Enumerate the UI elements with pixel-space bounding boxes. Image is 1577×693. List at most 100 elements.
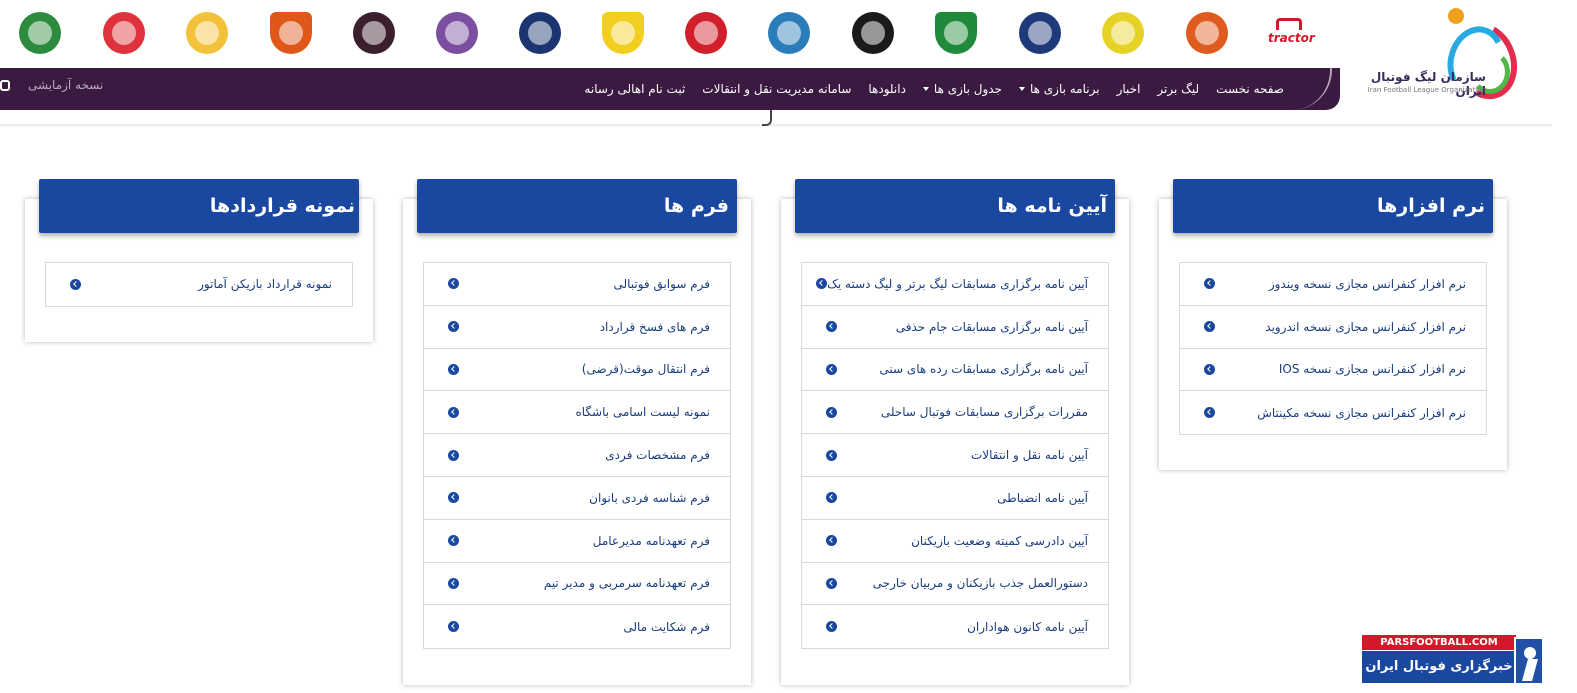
forms-card-header: فرم ها (417, 179, 737, 233)
software-card: نرم افزارها نرم افزار کنفرانس مجازی نسخه… (1159, 179, 1507, 470)
nav-item-4[interactable]: جدول بازی ها (922, 82, 1002, 96)
list-item-label: نمونه قرارداد بازیکن آماتور (198, 277, 332, 292)
nassaji-logo[interactable] (353, 12, 395, 54)
nav-item-2[interactable]: اخبار (1117, 82, 1141, 96)
list-item[interactable]: نرم افزار کنفرانس مجازی نسخه ویندوز (1180, 263, 1486, 306)
list-item[interactable]: آیین نامه برگزاری مسابقات رده های سنی (802, 349, 1108, 392)
list-item-label: دستورالعمل جذب بازیکنان و مربیان خارجی (872, 576, 1088, 591)
nav-menu: صفحه نخست لیگ برتر اخبار برنامه بازی ها جدول… (584, 68, 1284, 110)
instagram-icon[interactable] (0, 80, 10, 91)
list-item-label: آیین نامه برگزاری مسابقات جام حذفی (895, 319, 1088, 334)
contracts-list: نمونه قرارداد بازیکن آماتور (45, 262, 353, 307)
list-item[interactable]: آیین نامه نقل و انتقالات (802, 434, 1108, 477)
chevron-circle-icon (826, 621, 837, 633)
list-item[interactable]: مقررات برگزاری مسابقات فوتبال ساحلی (802, 391, 1108, 435)
havadar-logo[interactable] (436, 12, 478, 54)
list-item[interactable]: فرم تعهدنامه مدیرعامل (424, 520, 730, 563)
regulations-card-header: آیین نامه ها (795, 179, 1115, 233)
list-item[interactable]: نمونه لیست اسامی باشگاه (424, 391, 730, 435)
forms-card: فرم ها فرم سوابق فوتبالی فرم های فسخ قرار… (403, 179, 751, 685)
chevron-circle-icon (826, 577, 837, 589)
forms-list: فرم سوابق فوتبالی فرم های فسخ قرارداد فرم … (423, 262, 731, 650)
chevron-circle-icon (816, 278, 828, 290)
main-navbar: صفحه نخست لیگ برتر اخبار برنامه بازی ها جدول… (0, 68, 1340, 110)
nav-item-label: برنامه بازی ها (1029, 82, 1100, 96)
sepahan-logo[interactable] (852, 12, 894, 54)
tractor-logo[interactable]: tractor (1268, 18, 1315, 48)
esteghlal-logo[interactable] (768, 12, 810, 54)
nav-item-label: جدول بازی ها (933, 82, 1002, 96)
chevron-circle-icon (1204, 363, 1215, 375)
malavan-logo[interactable] (1019, 12, 1061, 54)
chevron-circle-icon (448, 535, 459, 547)
list-item-label: آیین نامه نقل و انتقالات (971, 448, 1088, 463)
zob-ahan-logo[interactable] (19, 12, 61, 54)
decorative-mark (762, 110, 772, 126)
foolad-khuzestan-logo[interactable] (1186, 12, 1228, 54)
list-item[interactable]: فرم تعهدنامه سرمربی و مدیر تیم (424, 563, 730, 606)
chevron-circle-icon (826, 535, 837, 547)
list-item[interactable]: نرم افزار کنفرانس مجازی نسخه مکینتاش (1180, 391, 1486, 434)
list-item[interactable]: آیین نامه برگزاری مسابقات لیگ برتر و لیگ… (802, 263, 1108, 306)
nav-item-7[interactable]: ثبت نام اهالی رسانه (584, 82, 685, 96)
nav-item-5[interactable]: دانلودها (868, 82, 906, 96)
org-name-en: Iran Football League Organization (1367, 86, 1486, 94)
tractor-logo-text: tractor (1268, 31, 1315, 45)
list-item-label: نرم افزار کنفرانس مجازی نسخه IOS (1278, 362, 1466, 377)
nav-item-6[interactable]: سامانه مدیریت نقل و انتقالات (702, 82, 851, 96)
parsfootball-watermark: PARSFOOTBALL.COM خبرگزاری فوتبال ایران (1362, 635, 1544, 685)
nav-item-label: ثبت نام اهالی رسانه (584, 82, 686, 96)
sanat-naft-logo[interactable] (602, 12, 644, 54)
naft-masjed-logo[interactable] (186, 12, 228, 54)
persepolis-logo[interactable] (685, 12, 727, 54)
chevron-circle-icon (826, 321, 837, 333)
list-item[interactable]: فرم انتقال موقت(قرضی) (424, 349, 730, 392)
caret-down-icon (1018, 87, 1025, 91)
chevron-circle-icon (70, 278, 81, 290)
list-item-label: فرم شناسه فردی بانوان (589, 490, 710, 505)
list-item-label: مقررات برگزاری مسابقات فوتبال ساحلی (880, 405, 1088, 420)
mes-rafsanjan-logo[interactable] (270, 12, 312, 54)
software-list: نرم افزار کنفرانس مجازی نسخه ویندوز نرم ا… (1179, 262, 1487, 436)
chevron-circle-icon (1204, 407, 1215, 419)
aluminium-arak-logo[interactable] (1102, 12, 1144, 54)
list-item[interactable]: آیین دادرسی کمیته وضعیت بازیکنان (802, 520, 1108, 563)
list-item[interactable]: آیین نامه برگزاری مسابقات جام حذفی (802, 306, 1108, 349)
chevron-circle-icon (448, 492, 459, 504)
foolad-mobarakeh-logo[interactable] (103, 12, 145, 54)
list-item-label: آیین نامه برگزاری مسابقات رده های سنی (879, 362, 1088, 377)
list-item-label: آیین نامه برگزاری مسابقات لیگ برتر و لیگ… (827, 276, 1088, 291)
list-item-label: فرم های فسخ قرارداد (599, 319, 710, 334)
list-item[interactable]: فرم های فسخ قرارداد (424, 306, 730, 349)
nav-item-label: لیگ برتر (1157, 82, 1200, 96)
chevron-circle-icon (448, 406, 459, 418)
list-item[interactable]: فرم مشخصات فردی (424, 434, 730, 477)
list-item-label: آیین نامه کانون هواداران (967, 619, 1088, 634)
chevron-circle-icon (1204, 278, 1215, 290)
chevron-circle-icon (826, 406, 837, 418)
list-item[interactable]: دستورالعمل جذب بازیکنان و مربیان خارجی (802, 563, 1108, 606)
chevron-circle-icon (826, 492, 837, 504)
league-organization-logo[interactable]: سازمان لیگ فوتبال ایران Iran Football Le… (1362, 4, 1537, 109)
watermark-agency: خبرگزاری فوتبال ایران (1362, 651, 1516, 683)
beta-version-label: نسخه آزمایشی (28, 78, 104, 92)
regulations-list: آیین نامه برگزاری مسابقات لیگ برتر و لیگ… (801, 262, 1109, 650)
list-item[interactable]: نمونه قرارداد بازیکن آماتور (46, 263, 352, 306)
nav-item-3[interactable]: برنامه بازی ها (1018, 82, 1100, 96)
nav-item-1[interactable]: لیگ برتر (1157, 82, 1199, 96)
watermark-site: PARSFOOTBALL.COM (1362, 635, 1516, 650)
nav-item-label: دانلودها (868, 82, 906, 96)
list-item[interactable]: فرم شکایت مالی (424, 605, 730, 648)
paykan-logo[interactable] (519, 12, 561, 54)
list-item[interactable]: فرم شناسه فردی بانوان (424, 477, 730, 520)
list-item[interactable]: آیین نامه کانون هواداران (802, 605, 1108, 648)
list-item[interactable]: آیین نامه انضباطی (802, 477, 1108, 520)
list-item[interactable]: نرم افزار کنفرانس مجازی نسخه IOS (1180, 349, 1486, 392)
team-logos-strip: tractor (0, 0, 1577, 68)
list-item-label: آیین نامه انضباطی (997, 490, 1088, 505)
zob-ahan-green-logo[interactable] (935, 12, 977, 54)
contracts-card-header: نمونه قراردادها (39, 179, 359, 233)
nav-item-0[interactable]: صفحه نخست (1216, 82, 1284, 96)
list-item[interactable]: نرم افزار کنفرانس مجازی نسخه اندروید (1180, 306, 1486, 349)
list-item[interactable]: فرم سوابق فوتبالی (424, 263, 730, 306)
